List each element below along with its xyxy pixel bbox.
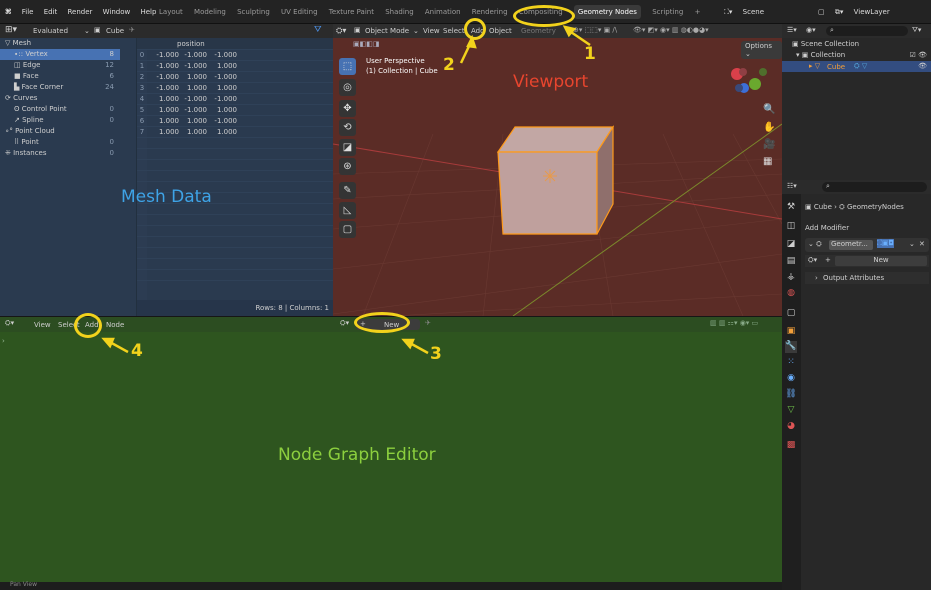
- annotation-number-3: 3: [430, 344, 442, 364]
- annotation-number-2: 2: [443, 55, 455, 75]
- annotation-number-4: 4: [131, 341, 143, 361]
- annotation-arrows: [101, 25, 591, 355]
- annotation-number-1: 1: [584, 44, 596, 64]
